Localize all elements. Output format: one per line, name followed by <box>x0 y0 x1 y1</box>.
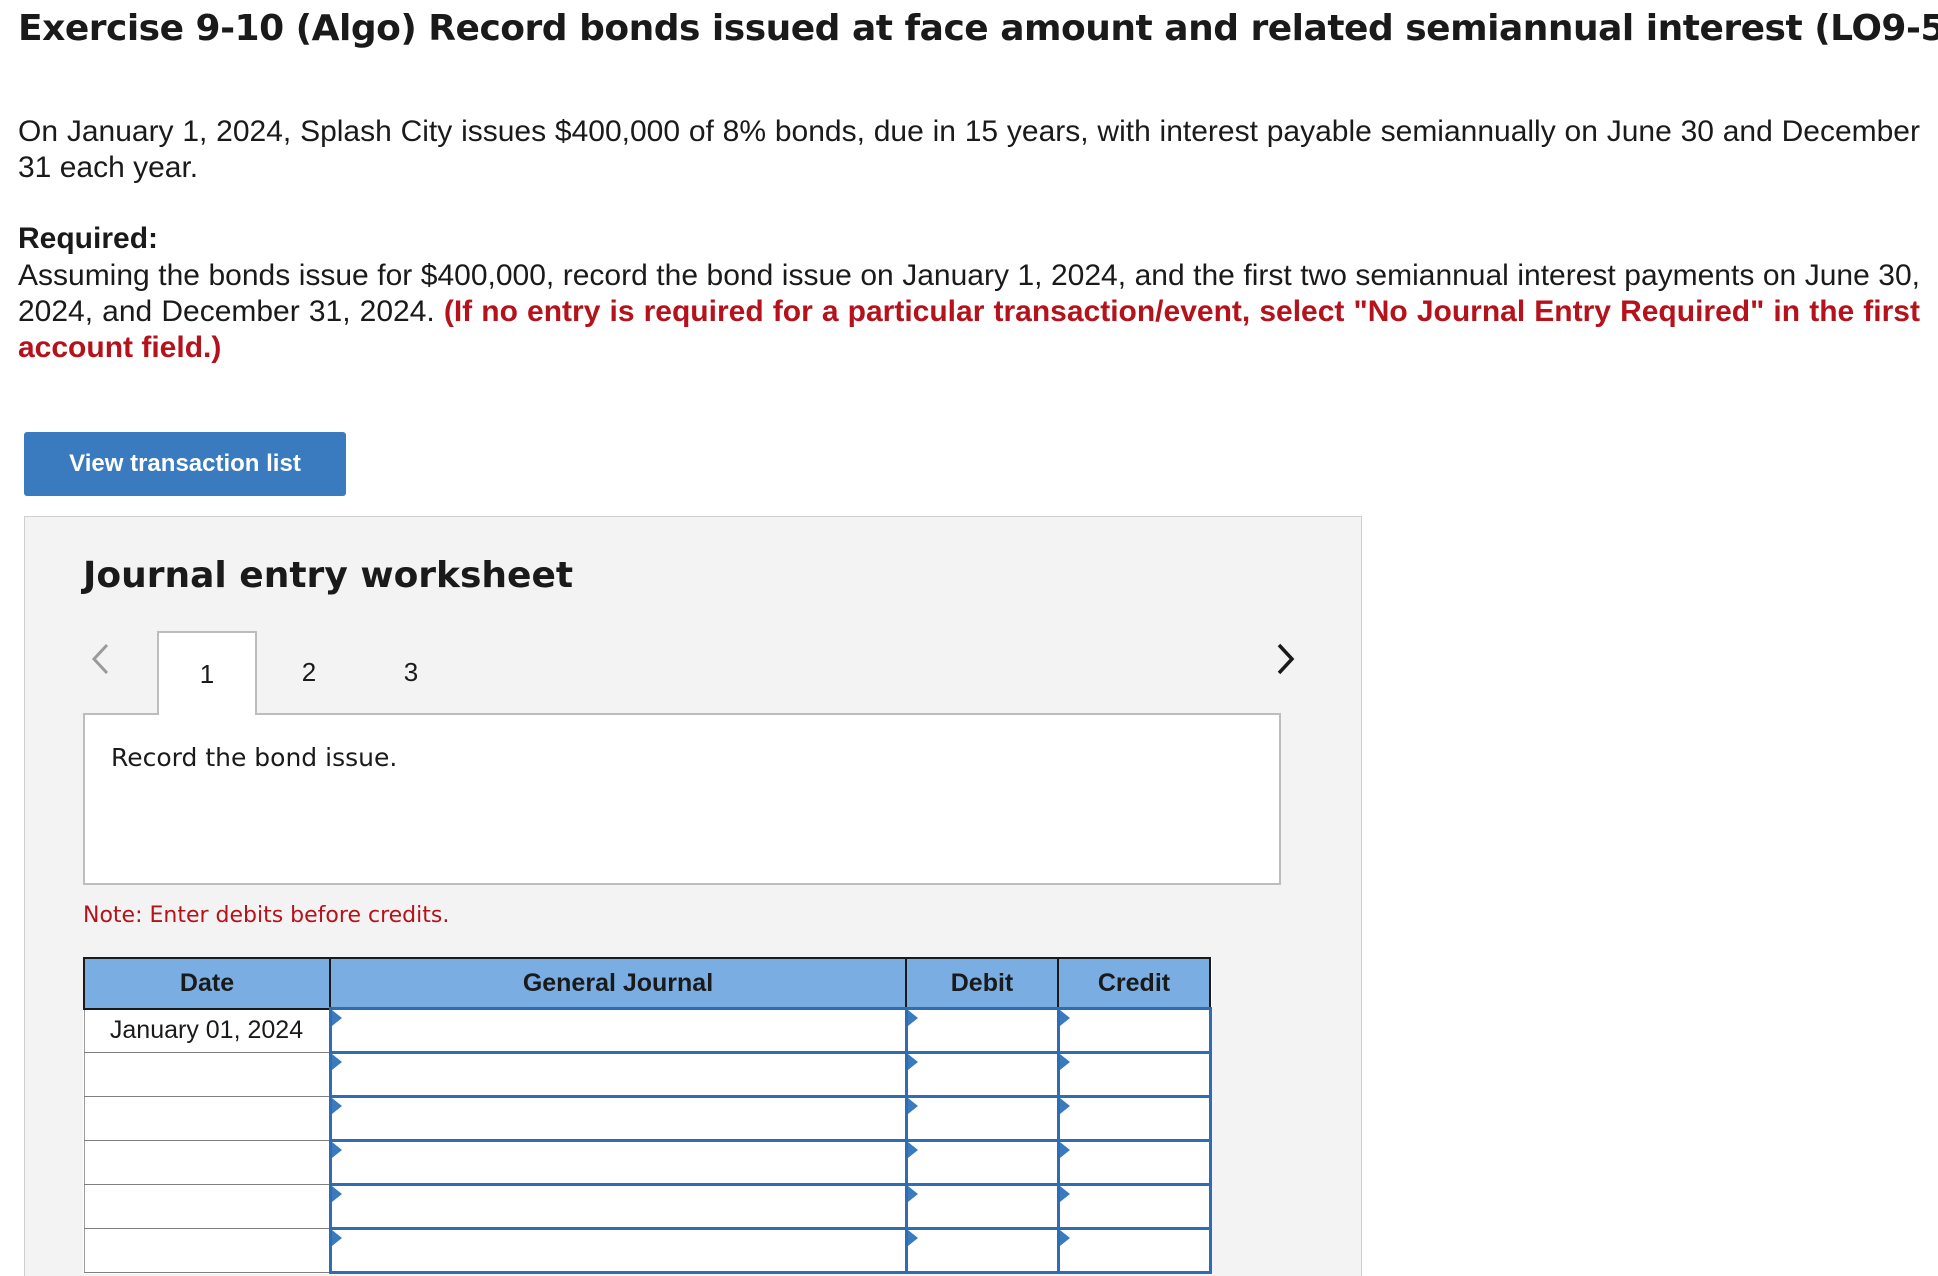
journal-entry-worksheet: Journal entry worksheet 1 2 3 Record the… <box>24 516 1362 1276</box>
required-text: Assuming the bonds issue for $400,000, r… <box>18 258 1920 366</box>
journal-header-row: Date General Journal Debit Credit <box>83 957 1211 1010</box>
credit-input[interactable] <box>1059 1230 1209 1271</box>
credit-cell[interactable] <box>1056 1095 1212 1142</box>
journal-table: Date General Journal Debit Credit Januar… <box>83 957 1212 1274</box>
problem-statement: On January 1, 2024, Splash City issues $… <box>18 115 1920 184</box>
debit-cell[interactable] <box>904 1051 1060 1098</box>
dropdown-flag-icon <box>331 1186 342 1202</box>
date-cell: January 01, 2024 <box>83 1008 331 1053</box>
dropdown-flag-icon <box>1059 1142 1070 1158</box>
account-cell[interactable] <box>328 1183 908 1230</box>
dropdown-flag-icon <box>331 1098 342 1114</box>
date-cell <box>83 1052 331 1097</box>
entry-note: Note: Enter debits before credits. <box>83 903 450 928</box>
dropdown-flag-icon <box>1059 1054 1070 1070</box>
worksheet-title: Journal entry worksheet <box>83 555 574 596</box>
credit-input[interactable] <box>1059 1098 1209 1139</box>
instruction-text: Record the bond issue. <box>111 743 398 772</box>
table-row <box>83 1139 1212 1186</box>
dropdown-flag-icon <box>907 1186 918 1202</box>
dropdown-flag-icon <box>907 1230 918 1246</box>
date-cell <box>83 1184 331 1229</box>
date-column-header: Date <box>83 957 331 1010</box>
table-row: January 01, 2024 <box>83 1007 1212 1054</box>
dropdown-flag-icon <box>331 1010 342 1026</box>
credit-cell[interactable] <box>1056 1007 1212 1054</box>
required-heading: Required: <box>18 222 159 255</box>
dropdown-flag-icon <box>1059 1230 1070 1246</box>
tab-2[interactable]: 2 <box>259 631 359 713</box>
dropdown-flag-icon <box>1059 1186 1070 1202</box>
credit-cell[interactable] <box>1056 1183 1212 1230</box>
exercise-title: Exercise 9-10 (Algo) Record bonds issued… <box>18 8 1938 49</box>
table-row <box>83 1095 1212 1142</box>
dropdown-flag-icon <box>907 1142 918 1158</box>
dropdown-flag-icon <box>1059 1010 1070 1026</box>
credit-input[interactable] <box>1059 1054 1209 1095</box>
chevron-right-icon[interactable] <box>1269 635 1303 683</box>
credit-column-header: Credit <box>1057 957 1211 1010</box>
debit-input[interactable] <box>907 1098 1057 1139</box>
account-cell[interactable] <box>328 1139 908 1186</box>
account-input[interactable] <box>331 1054 905 1095</box>
credit-cell[interactable] <box>1056 1227 1212 1274</box>
debit-input[interactable] <box>907 1186 1057 1227</box>
account-cell[interactable] <box>328 1227 908 1274</box>
view-transaction-list-button[interactable]: View transaction list <box>24 432 346 496</box>
debit-input[interactable] <box>907 1054 1057 1095</box>
credit-input[interactable] <box>1059 1142 1209 1183</box>
debit-cell[interactable] <box>904 1139 1060 1186</box>
debit-input[interactable] <box>907 1142 1057 1183</box>
account-cell[interactable] <box>328 1095 908 1142</box>
account-cell[interactable] <box>328 1051 908 1098</box>
instruction-box: Record the bond issue. <box>83 713 1281 885</box>
credit-cell[interactable] <box>1056 1051 1212 1098</box>
debit-input[interactable] <box>907 1230 1057 1271</box>
dropdown-flag-icon <box>907 1054 918 1070</box>
debit-column-header: Debit <box>905 957 1059 1010</box>
table-row <box>83 1051 1212 1098</box>
dropdown-flag-icon <box>1059 1098 1070 1114</box>
account-input[interactable] <box>331 1098 905 1139</box>
credit-input[interactable] <box>1059 1186 1209 1227</box>
account-input[interactable] <box>331 1186 905 1227</box>
date-cell <box>83 1096 331 1141</box>
date-cell <box>83 1140 331 1185</box>
dropdown-flag-icon <box>331 1230 342 1246</box>
dropdown-flag-icon <box>907 1010 918 1026</box>
chevron-left-icon[interactable] <box>83 635 117 683</box>
debit-cell[interactable] <box>904 1227 1060 1274</box>
general-journal-column-header: General Journal <box>329 957 907 1010</box>
dropdown-flag-icon <box>907 1098 918 1114</box>
credit-cell[interactable] <box>1056 1139 1212 1186</box>
tab-1[interactable]: 1 <box>157 631 257 715</box>
table-row <box>83 1227 1212 1274</box>
debit-cell[interactable] <box>904 1095 1060 1142</box>
account-input[interactable] <box>331 1142 905 1183</box>
account-cell[interactable] <box>328 1007 908 1054</box>
credit-input[interactable] <box>1059 1010 1209 1051</box>
dropdown-flag-icon <box>331 1054 342 1070</box>
page: Exercise 9-10 (Algo) Record bonds issued… <box>0 0 1938 1276</box>
account-input[interactable] <box>331 1230 905 1271</box>
dropdown-flag-icon <box>331 1142 342 1158</box>
tab-3[interactable]: 3 <box>361 631 461 713</box>
debit-input[interactable] <box>907 1010 1057 1051</box>
date-cell <box>83 1228 331 1273</box>
debit-cell[interactable] <box>904 1183 1060 1230</box>
table-row <box>83 1183 1212 1230</box>
account-input[interactable] <box>331 1010 905 1051</box>
debit-cell[interactable] <box>904 1007 1060 1054</box>
